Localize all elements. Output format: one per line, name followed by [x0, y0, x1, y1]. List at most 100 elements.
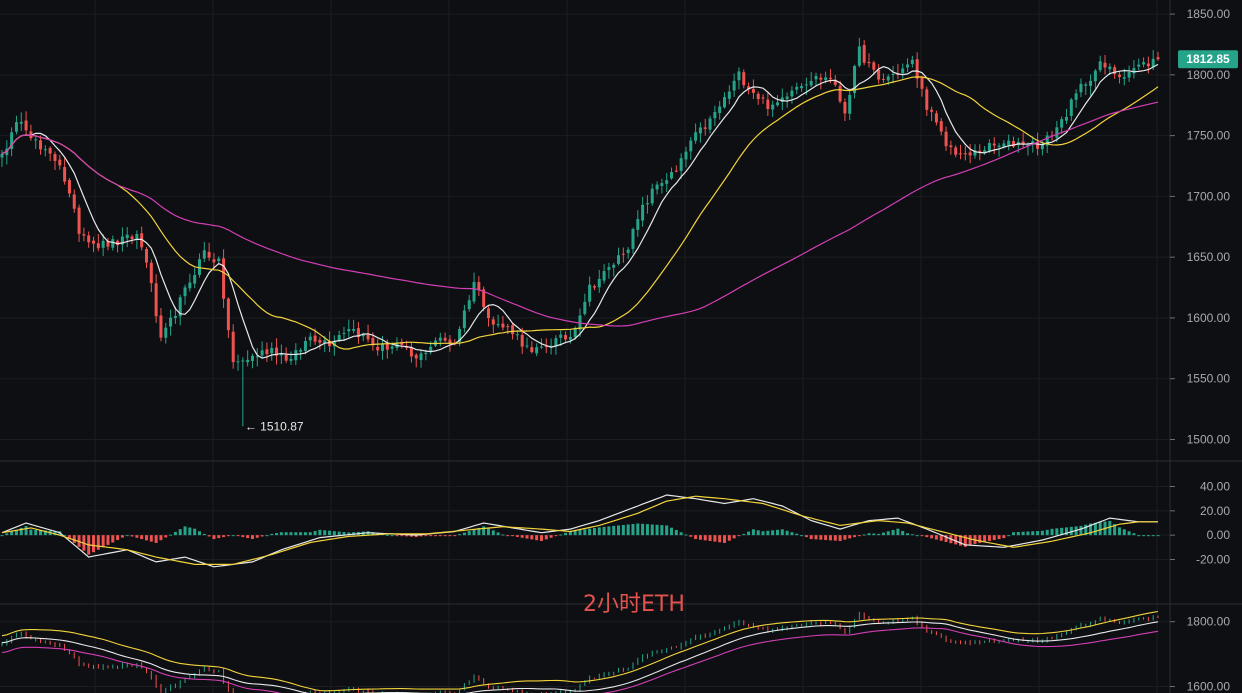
macd-histogram-bar: [525, 535, 529, 539]
candle-body: [246, 359, 250, 363]
candle-body: [785, 96, 789, 100]
candle-body: [462, 310, 466, 329]
macd-histogram-bar: [679, 532, 683, 536]
macd-histogram-bar: [193, 528, 197, 536]
candle-body: [954, 147, 958, 155]
candle-body: [800, 86, 804, 89]
macd-histogram-bar: [809, 535, 813, 540]
macd-histogram-bar: [626, 524, 630, 536]
macd-histogram-bar: [1016, 532, 1020, 536]
candle-body: [641, 204, 645, 221]
macd-histogram-bar: [178, 529, 182, 536]
macd-histogram-bar: [723, 535, 726, 543]
candle-body: [843, 102, 847, 114]
macd-histogram-bar: [183, 526, 187, 536]
macd-histogram-bar: [1127, 531, 1131, 536]
candle-body: [814, 76, 818, 80]
macd-histogram-bar: [775, 529, 779, 536]
macd-histogram-bar: [718, 535, 722, 543]
macd-histogram-bar: [983, 535, 987, 542]
candle-body: [1089, 80, 1093, 86]
macd-histogram-bar: [5, 533, 9, 536]
macd-histogram-bar: [747, 531, 751, 536]
candle-body: [125, 234, 129, 239]
macd-histogram-bar: [915, 535, 919, 537]
macd-histogram-bar: [34, 529, 38, 536]
candle-body: [347, 329, 351, 332]
macd-histogram-bar: [771, 530, 775, 536]
macd-histogram-bar: [833, 535, 837, 541]
candle-body: [987, 143, 991, 151]
candle-body: [588, 284, 592, 302]
candle-body: [910, 59, 914, 65]
candle-body: [689, 140, 693, 152]
macd-histogram-bar: [486, 528, 490, 536]
macd-histogram-bar: [270, 533, 274, 536]
macd-histogram-bar: [318, 529, 322, 536]
candle-body: [674, 170, 678, 172]
candle-body: [67, 180, 71, 194]
y-axis-tick-label: 1750.00: [1187, 129, 1231, 143]
macd-histogram-bar: [511, 535, 515, 537]
candle-body: [294, 350, 298, 361]
candle-body: [313, 335, 317, 342]
macd-histogram-bar: [395, 535, 399, 537]
macd-histogram-bar: [448, 535, 452, 537]
y-axis-tick-label: 1800.00: [1187, 615, 1231, 629]
macd-histogram-bar: [337, 531, 341, 536]
macd-histogram-bar: [145, 535, 148, 541]
candle-body: [1074, 93, 1078, 100]
candle-body: [1117, 74, 1121, 77]
macd-histogram-bar: [554, 535, 558, 537]
macd-histogram-bar: [24, 526, 28, 536]
macd-histogram-bar: [968, 535, 972, 546]
macd-histogram-bar: [462, 532, 466, 536]
candle-body: [665, 180, 669, 184]
candle-body: [342, 333, 346, 335]
candle-body: [877, 69, 881, 80]
macd-histogram-bar: [265, 535, 269, 537]
macd-histogram-bar: [670, 527, 674, 536]
macd-histogram-bar: [482, 526, 486, 536]
macd-histogram-bar: [92, 535, 96, 553]
macd-histogram-bar: [390, 535, 394, 537]
macd-histogram-bar: [597, 527, 601, 536]
candle-body: [145, 249, 148, 263]
candle-body: [872, 62, 876, 70]
macd-histogram-bar: [1079, 525, 1083, 536]
macd-histogram-bar: [1122, 529, 1126, 536]
candle-body: [963, 153, 967, 155]
macd-histogram-bar: [732, 535, 736, 539]
macd-histogram-bar: [255, 535, 259, 538]
candle-body: [660, 183, 664, 186]
candle-body: [1122, 77, 1126, 79]
candle-body: [539, 346, 543, 348]
candle-body: [1012, 141, 1015, 147]
candle-body: [602, 271, 606, 281]
macd-histogram-bar: [279, 532, 283, 536]
macd-histogram-bar: [1093, 522, 1097, 536]
macd-histogram-bar: [828, 535, 832, 541]
candle-body: [959, 153, 963, 155]
candle-body: [554, 338, 558, 347]
candle-body: [997, 145, 1001, 148]
candle-body: [1098, 61, 1102, 71]
macd-histogram-bar: [400, 535, 404, 537]
candle-body: [289, 358, 293, 361]
macd-histogram-bar: [650, 524, 654, 536]
macd-histogram-bar: [906, 533, 910, 536]
candle-body: [1146, 63, 1150, 67]
macd-histogram-bar: [814, 535, 818, 540]
candle-body: [467, 300, 471, 310]
macd-histogram-bar: [299, 532, 303, 536]
candle-body: [53, 154, 57, 161]
candle-body: [761, 97, 765, 99]
macd-histogram-bar: [173, 531, 177, 536]
candle-body: [920, 76, 924, 89]
y-axis-tick-label: 40.00: [1200, 480, 1230, 494]
macd-histogram-bar: [544, 535, 548, 540]
candle-body: [130, 236, 134, 239]
macd-histogram-bar: [453, 535, 457, 537]
macd-histogram-bar: [149, 535, 153, 542]
macd-histogram-bar: [241, 535, 245, 538]
